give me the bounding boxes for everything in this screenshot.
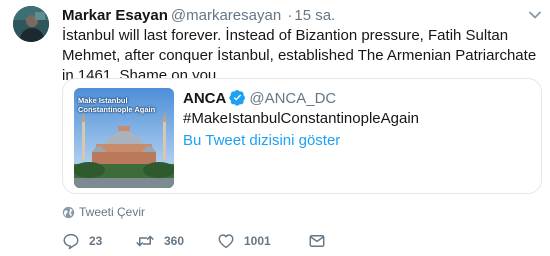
tweet: Markar Esayan @markaresayan · 15 sa. İstan… <box>0 0 550 256</box>
retweet-button[interactable]: 360 <box>135 232 184 250</box>
tweet-header: Markar Esayan @markaresayan · 15 sa. <box>62 6 335 26</box>
separator-dot: · <box>287 7 293 24</box>
direct-message-icon <box>309 235 325 247</box>
verified-badge-icon <box>229 90 246 106</box>
quoted-author-handle[interactable]: @ANCA_DC <box>249 90 336 107</box>
show-thread-link[interactable]: Bu Tweet dizisini göster <box>183 131 340 151</box>
like-button[interactable]: 1001 <box>217 232 271 250</box>
quoted-tweet-card[interactable]: Make Istanbul Constantinople Again ANCA @… <box>62 78 542 194</box>
quoted-author-name[interactable]: ANCA <box>183 90 226 107</box>
translate-label[interactable]: Tweeti Çevir <box>79 204 145 220</box>
like-icon <box>218 234 234 249</box>
retweet-icon <box>136 235 154 247</box>
image-caption: Make Istanbul Constantinople Again <box>78 96 156 114</box>
quoted-tweet-header: ANCA @ANCA_DC <box>183 89 336 109</box>
reply-count: 23 <box>89 234 103 248</box>
translate-tweet-link[interactable]: Tweeti Çevir <box>62 204 145 220</box>
tweet-text: İstanbul will last forever. İnstead of B… <box>62 27 537 84</box>
chevron-down-icon[interactable] <box>528 10 542 20</box>
author-name[interactable]: Markar Esayan <box>62 7 168 24</box>
like-count: 1001 <box>244 234 271 248</box>
avatar[interactable] <box>13 6 49 42</box>
quoted-hashtag[interactable]: #MakeIstanbulConstantinopleAgain <box>183 109 419 129</box>
reply-icon <box>63 233 79 250</box>
quoted-tweet-image[interactable]: Make Istanbul Constantinople Again <box>74 88 174 188</box>
direct-message-button[interactable] <box>308 232 335 250</box>
globe-icon <box>62 206 75 218</box>
timestamp[interactable]: 15 sa. <box>294 7 335 24</box>
retweet-count: 360 <box>164 234 185 248</box>
reply-button[interactable]: 23 <box>62 232 102 250</box>
author-handle[interactable]: @markaresayan <box>171 7 281 24</box>
